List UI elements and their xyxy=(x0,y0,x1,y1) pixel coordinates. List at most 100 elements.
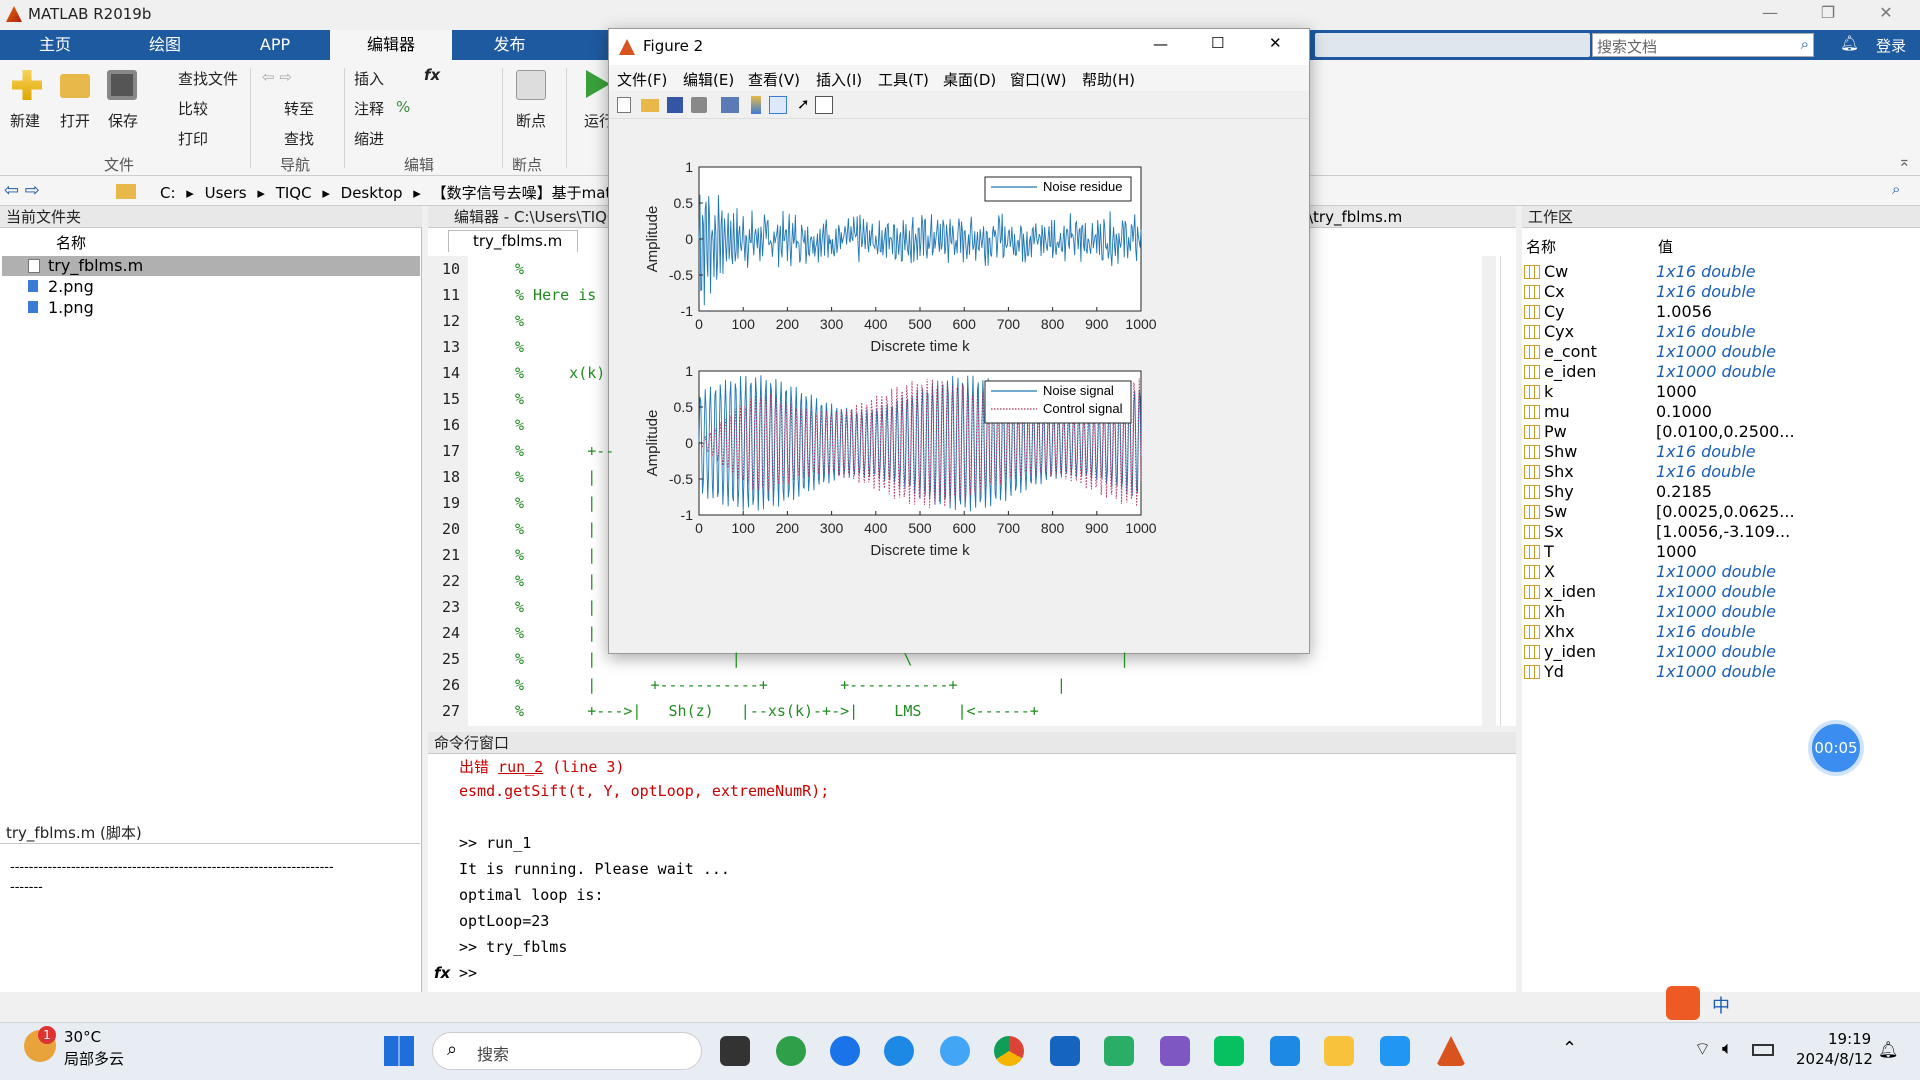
breadcrumb-item[interactable]: TIQC xyxy=(276,184,312,202)
code-line[interactable]: % | xyxy=(515,494,596,512)
variable-value[interactable]: 1x1000 double xyxy=(1656,362,1776,381)
collapse-ribbon-icon[interactable]: ⌅ xyxy=(1898,152,1911,170)
edge-blue-icon[interactable] xyxy=(884,1036,914,1066)
colorbar-icon[interactable] xyxy=(751,96,761,114)
tab-editor[interactable]: 编辑器 xyxy=(330,30,452,60)
variable-value[interactable]: 1x16 double xyxy=(1656,322,1756,341)
insert-button[interactable]: 插入 xyxy=(354,68,384,89)
comment-button[interactable]: 注释 xyxy=(354,98,384,119)
variable-name[interactable]: Cw xyxy=(1544,262,1568,281)
minimize-icon[interactable]: — xyxy=(1750,3,1790,27)
photos-icon[interactable] xyxy=(1380,1036,1410,1066)
variable-value[interactable]: 1x1000 double xyxy=(1656,562,1776,581)
breadcrumb-item[interactable]: Users xyxy=(205,184,247,202)
code-analyzer-indicator[interactable] xyxy=(1500,256,1514,726)
nav-arrows-icon[interactable]: ⇦ ⇨ xyxy=(4,180,40,201)
variable-name[interactable]: mu xyxy=(1544,402,1570,421)
editor-scrollbar[interactable] xyxy=(1482,256,1496,726)
file-item[interactable]: try_fblms.m xyxy=(48,256,143,275)
fx-prompt-icon[interactable]: fx xyxy=(434,964,450,982)
browser-e-icon[interactable] xyxy=(940,1036,970,1066)
variable-name[interactable]: e_cont xyxy=(1544,342,1597,361)
login-link[interactable]: 登录 xyxy=(1876,35,1906,56)
variable-name[interactable]: Shx xyxy=(1544,462,1574,481)
volume-icon[interactable]: 🔈︎ xyxy=(1722,1038,1733,1059)
edge-icon[interactable] xyxy=(776,1036,806,1066)
variable-value[interactable]: 1x16 double xyxy=(1656,282,1756,301)
variable-value[interactable]: 1x1000 double xyxy=(1656,642,1776,661)
open-button[interactable]: 打开 xyxy=(60,110,90,131)
code-line[interactable]: % | xyxy=(515,572,596,590)
tab-publish[interactable]: 发布 xyxy=(452,30,567,60)
figure-menu-item[interactable]: 帮助(H) xyxy=(1082,69,1135,90)
variable-name[interactable]: X xyxy=(1544,562,1555,581)
notification-bell-icon[interactable]: 🔔︎ xyxy=(1878,1040,1898,1059)
show-hidden-icons[interactable]: ⌃ xyxy=(1562,1038,1577,1059)
variable-value[interactable]: [0.0025,0.0625... xyxy=(1656,502,1795,521)
variable-name[interactable]: Sw xyxy=(1544,502,1567,521)
ime-logo-icon[interactable] xyxy=(1666,986,1700,1020)
code-line[interactable]: % Here is xyxy=(515,286,596,304)
figure-minimize-icon[interactable]: — xyxy=(1153,35,1168,53)
code-line[interactable]: % | xyxy=(515,468,596,486)
breadcrumb-item[interactable]: Desktop xyxy=(341,184,403,202)
name-column-header[interactable]: 名称 xyxy=(56,232,86,253)
weather-desc[interactable]: 局部多云 xyxy=(64,1048,124,1069)
file-item[interactable]: 1.png xyxy=(48,298,94,317)
restore-icon[interactable]: ❐ xyxy=(1808,3,1848,27)
code-line[interactable]: % | xyxy=(515,624,596,642)
notepad-icon[interactable] xyxy=(1270,1036,1300,1066)
recording-timer[interactable]: 00:05 xyxy=(1808,720,1864,776)
wifi-icon[interactable]: ⌔ xyxy=(1694,1038,1711,1061)
find-button[interactable]: 查找 xyxy=(284,128,314,149)
breakpoints-button[interactable]: 断点 xyxy=(516,110,546,131)
variable-value[interactable]: 1x16 double xyxy=(1656,262,1756,281)
print-figure-icon[interactable] xyxy=(691,97,707,113)
variable-name[interactable]: x_iden xyxy=(1544,582,1596,601)
snip-tool-icon[interactable] xyxy=(1160,1036,1190,1066)
clock-time[interactable]: 19:19 xyxy=(1828,1030,1871,1048)
file-item[interactable]: 2.png xyxy=(48,277,94,296)
variable-value[interactable]: 1x1000 double xyxy=(1656,342,1776,361)
find-files-button[interactable]: 查找文件 xyxy=(178,68,238,89)
back-icon[interactable]: ⇦ ⇨ xyxy=(262,68,292,86)
variable-value[interactable]: 1x1000 double xyxy=(1656,582,1776,601)
error-function-link[interactable]: run_2 xyxy=(498,758,543,776)
new-figure-icon[interactable] xyxy=(617,97,631,113)
variable-value[interactable]: 1000 xyxy=(1656,382,1697,401)
code-line[interactable]: % | xyxy=(515,546,596,564)
figure-menu-item[interactable]: 编辑(E) xyxy=(683,69,734,90)
indent-button[interactable]: 缩进 xyxy=(354,128,384,149)
code-line[interactable]: % | | \ | xyxy=(515,650,1129,668)
variable-name[interactable]: Shy xyxy=(1544,482,1574,501)
code-line[interactable]: % | xyxy=(515,598,596,616)
goto-button[interactable]: 转至 xyxy=(284,98,314,119)
tab-home[interactable]: 主页 xyxy=(0,30,110,60)
link-plot-icon[interactable] xyxy=(721,97,739,113)
variable-value[interactable]: 0.2185 xyxy=(1656,482,1712,501)
variable-name[interactable]: y_iden xyxy=(1544,642,1596,661)
clock-date[interactable]: 2024/8/12 xyxy=(1796,1050,1873,1068)
variable-name[interactable]: e_iden xyxy=(1544,362,1596,381)
open-file-icon[interactable] xyxy=(641,99,659,112)
figure-menu-item[interactable]: 桌面(D) xyxy=(943,69,996,90)
file-explorer-icon[interactable] xyxy=(1324,1036,1354,1066)
variable-name[interactable]: Cy xyxy=(1544,302,1565,321)
figure-menu-item[interactable]: 插入(I) xyxy=(816,69,862,90)
compare-button[interactable]: 比较 xyxy=(178,98,208,119)
property-inspector-icon[interactable] xyxy=(815,96,833,114)
pointer-icon[interactable]: ➚ xyxy=(797,95,810,113)
code-line[interactable]: % +-- xyxy=(515,442,614,460)
figure-maximize-icon[interactable]: ☐ xyxy=(1211,34,1224,52)
chrome-icon[interactable] xyxy=(994,1036,1024,1066)
browser-icon[interactable] xyxy=(830,1036,860,1066)
ime-mode[interactable]: 中 xyxy=(1712,992,1730,1018)
tab-apps[interactable]: APP xyxy=(220,30,330,60)
variable-name[interactable]: Xh xyxy=(1544,602,1565,621)
variable-value[interactable]: [0.0100,0.2500... xyxy=(1656,422,1795,441)
variable-value[interactable]: 1000 xyxy=(1656,542,1697,561)
variable-value[interactable]: 1x16 double xyxy=(1656,462,1756,481)
search-icon[interactable]: ⌕ xyxy=(1892,180,1900,198)
tab-plots[interactable]: 绘图 xyxy=(110,30,220,60)
error-line-link[interactable]: (line 3) xyxy=(552,758,624,776)
